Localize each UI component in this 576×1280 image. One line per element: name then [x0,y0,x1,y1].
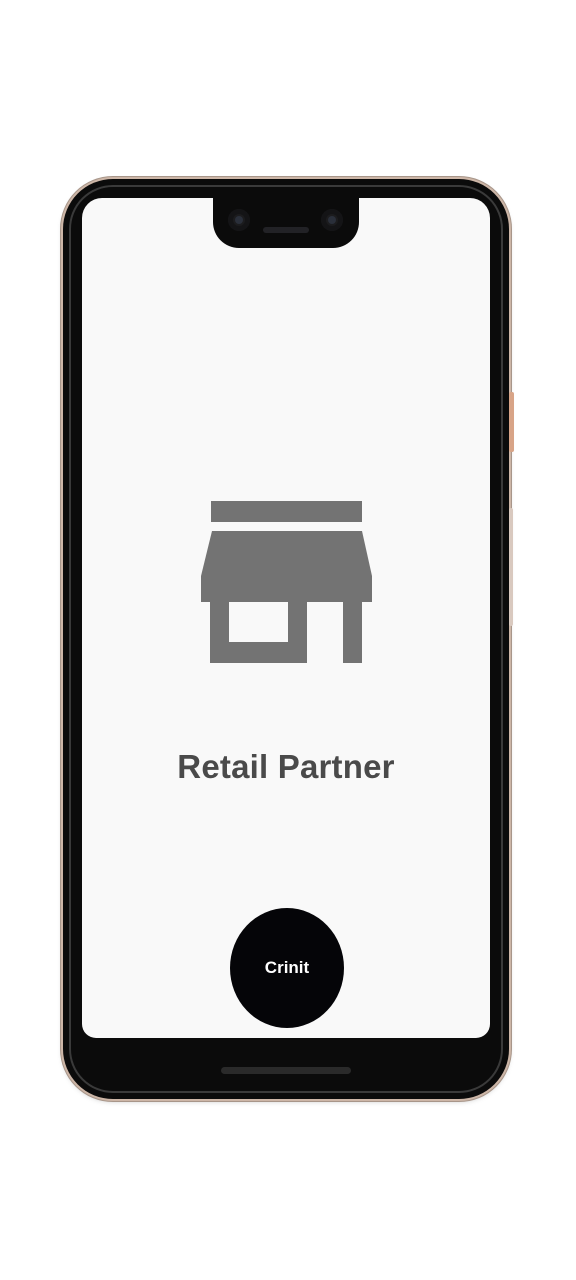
volume-button [509,508,513,626]
front-camera-left-icon [228,209,250,231]
page: Retail Partner Crinit [0,0,576,1280]
crinit-button[interactable]: Crinit [230,908,344,1028]
power-button [509,392,514,452]
earpiece-speaker [263,227,309,233]
bottom-speaker-grille [221,1067,351,1074]
page-title: Retail Partner [177,748,395,785]
front-camera-right-icon [321,209,343,231]
storefront-icon [201,501,372,663]
